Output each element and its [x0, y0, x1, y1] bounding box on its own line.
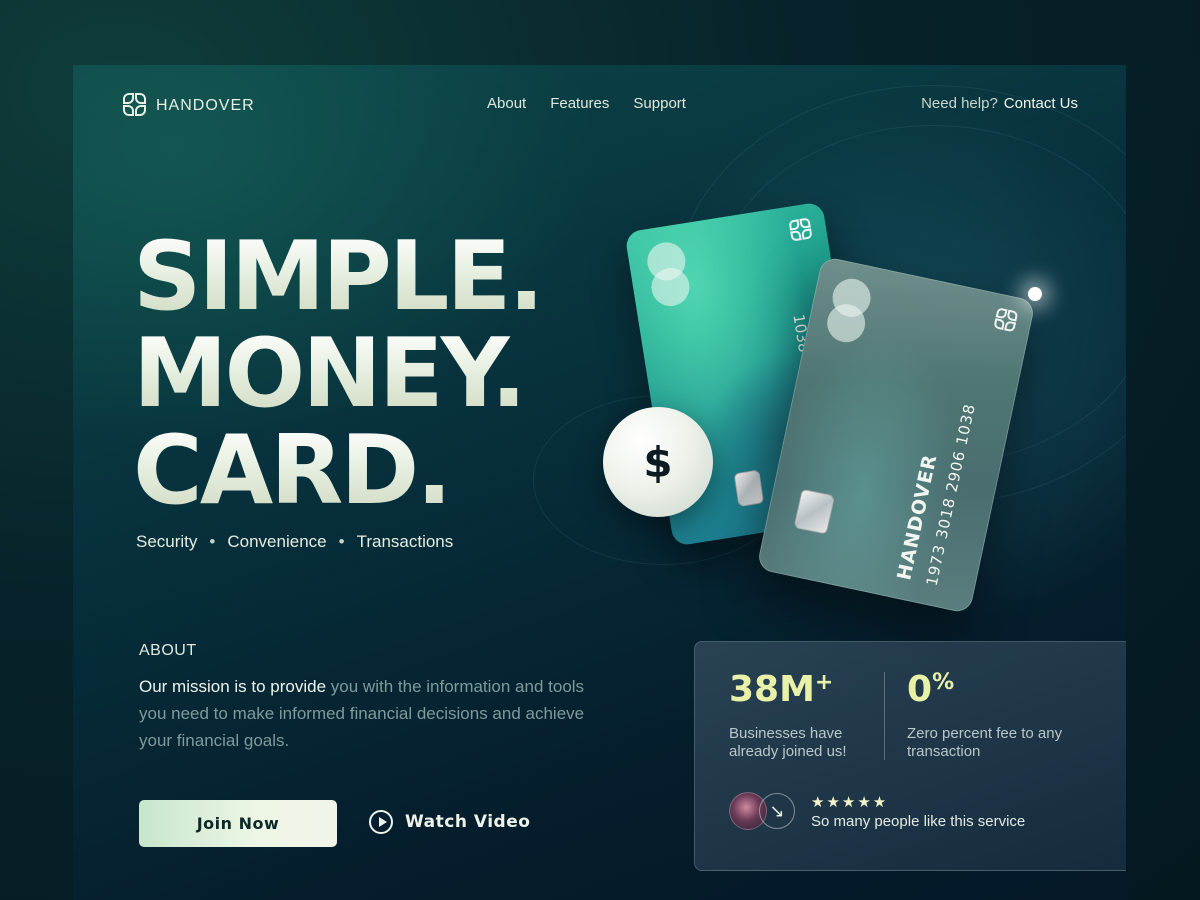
about-description: Our mission is to provide you with the i… — [139, 673, 599, 754]
about-highlight: Our mission is to provide — [139, 677, 327, 696]
arrow-down-right-icon[interactable]: ↘ — [759, 793, 795, 829]
card-circles-icon — [644, 239, 700, 315]
dollar-coin-icon: $ — [603, 407, 713, 517]
review-summary: ↘ ★★★★★ So many people like this service — [729, 792, 1025, 830]
play-icon — [369, 810, 393, 834]
tag-separator: • — [338, 532, 345, 551]
handover-logo-icon — [123, 93, 148, 118]
nav-item-about[interactable]: About — [487, 95, 526, 112]
tag-transactions: Transactions — [356, 532, 454, 551]
card-chip-icon — [733, 469, 765, 508]
star-rating-icon: ★★★★★ — [811, 793, 889, 811]
card-logo-icon — [993, 307, 1019, 333]
stats-panel: 38M+ Businesses have already joined us! … — [694, 641, 1126, 871]
watch-video-button[interactable]: Watch Video — [369, 810, 530, 834]
about-label: ABOUT — [139, 642, 197, 659]
stats-divider — [884, 672, 885, 760]
join-now-button[interactable]: Join Now — [139, 800, 337, 847]
card-chip-icon — [793, 488, 836, 535]
hero-tags: Security • Convenience • Transactions — [136, 532, 453, 552]
landing-page: HANDOVER About Features Support Need hel… — [73, 65, 1126, 900]
stat-fee: 0% Zero percent fee to any transaction — [907, 672, 1077, 761]
stat-value: 0% — [907, 669, 955, 710]
watch-video-label: Watch Video — [405, 812, 531, 832]
hero-line-1: SIMPLE. — [133, 222, 544, 332]
stat-value: 38M+ — [729, 669, 834, 710]
tag-separator: • — [209, 532, 216, 551]
stat-businesses: 38M+ Businesses have already joined us! — [729, 672, 889, 761]
card-circles-icon — [822, 275, 881, 353]
help-section: Need help? Contact Us — [921, 95, 1078, 112]
coin-symbol: $ — [643, 437, 673, 487]
nav-item-support[interactable]: Support — [633, 95, 686, 112]
tag-security: Security — [136, 532, 198, 551]
brand-name: HANDOVER — [156, 96, 255, 114]
stat-description: Businesses have already joined us! — [729, 725, 847, 760]
sparkle-glow — [1028, 287, 1042, 301]
tag-convenience: Convenience — [227, 532, 327, 551]
card-logo-icon — [788, 217, 814, 242]
hero-line-3: CARD. — [133, 416, 452, 526]
hero-line-2: MONEY. — [133, 319, 527, 429]
main-nav: About Features Support — [487, 95, 686, 112]
stat-description: Zero percent fee to any transaction — [907, 725, 1063, 760]
help-text: Need help? — [921, 95, 998, 112]
nav-item-features[interactable]: Features — [550, 95, 609, 112]
brand-logo[interactable]: HANDOVER — [123, 93, 255, 118]
contact-us-link[interactable]: Contact Us — [1004, 95, 1078, 112]
review-text: So many people like this service — [811, 812, 1026, 830]
